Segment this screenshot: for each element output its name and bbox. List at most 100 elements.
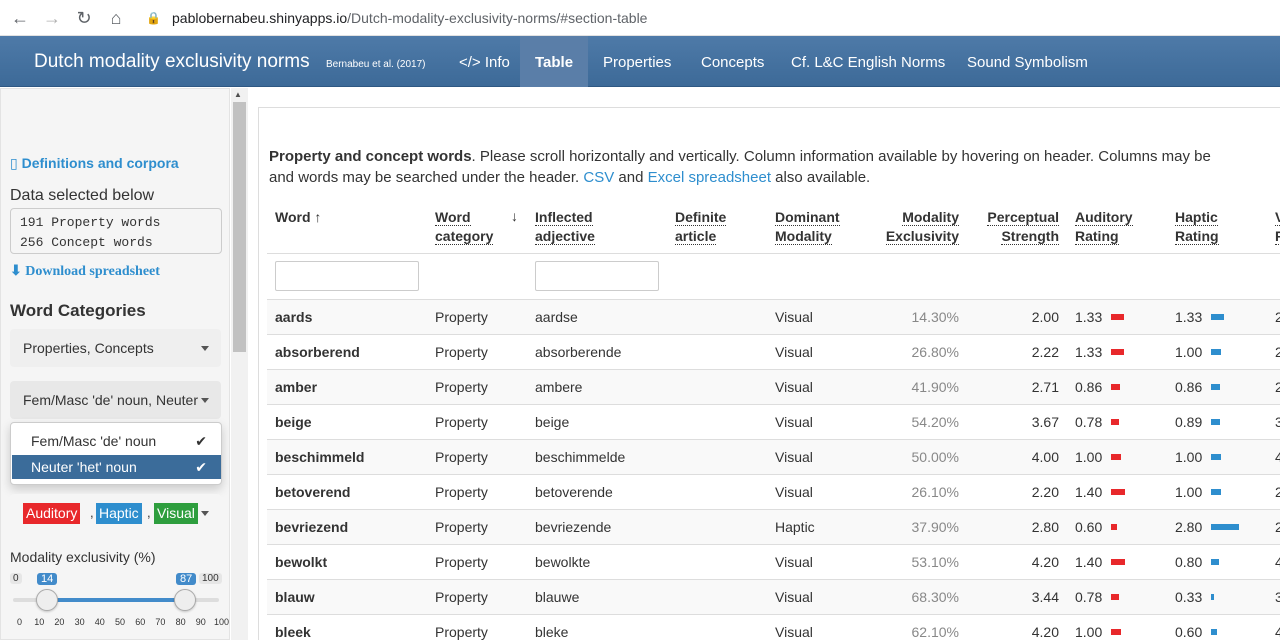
url-host: pablobernabeu.shinyapps.io [172, 10, 348, 26]
cell-category: Property [435, 484, 488, 500]
header-word[interactable]: Word ↑ [275, 208, 321, 227]
cell-dominant: Visual [775, 589, 813, 605]
cell-haptic: 1.33 [1175, 309, 1203, 325]
cell-visual: 2 [1275, 370, 1280, 404]
table-row[interactable]: bevriezend Property bevriezende Haptic 37.90… [267, 509, 1280, 544]
tab-english-norms[interactable]: Cf. L&C English Norms [776, 36, 960, 87]
haptic-bar [1211, 594, 1215, 600]
tab-concepts[interactable]: Concepts [686, 36, 779, 87]
haptic-bar [1211, 454, 1221, 460]
badge-separator: , [147, 505, 151, 520]
cell-inflected: blauwe [535, 589, 580, 605]
cell-exclusivity: 37.90% [911, 519, 959, 535]
table-row[interactable]: absorberend Property absorberende Visual 26.… [267, 334, 1280, 369]
header-modality-exclusivity[interactable]: Modality Exclusivity [885, 208, 959, 246]
auditory-bar [1111, 384, 1120, 390]
header-inflected-adjective[interactable]: Inflected adjective [535, 208, 595, 246]
word-filter-input[interactable] [275, 261, 419, 291]
definitions-link[interactable]: ▯ Definitions and corpora [10, 155, 179, 172]
header-definite-article[interactable]: Definite article [675, 208, 727, 246]
header-word-category[interactable]: Word category [435, 208, 494, 246]
cell-exclusivity: 26.80% [911, 344, 959, 360]
table-row[interactable]: beige Property beige Visual 54.20% 3.67 0.78 0.… [267, 404, 1280, 439]
slider-tick-label: 100 [214, 617, 230, 627]
slider-tick-labels: 0 10 20 30 40 50 60 70 80 90 100 [1, 617, 230, 629]
auditory-bar [1111, 454, 1121, 460]
tab-table[interactable]: Table [520, 36, 589, 87]
gender-option-de[interactable]: Fem/Masc 'de' noun ✔ [12, 429, 221, 453]
header-visual-rating[interactable]: VR [1275, 208, 1280, 246]
slider-tick-label: 30 [74, 617, 85, 627]
visual-badge: Visual [154, 503, 198, 524]
auditory-bar [1111, 489, 1125, 495]
table-row[interactable]: blauw Property blauwe Visual 68.30% 3.44 0.78 0… [267, 579, 1280, 614]
table-row[interactable]: bleek Property bleke Visual 62.10% 4.20 1.00 0.… [267, 614, 1280, 640]
cell-word: beschimmeld [275, 449, 365, 465]
cell-strength: 3.44 [1031, 589, 1059, 605]
header-haptic-rating[interactable]: Haptic Rating [1175, 208, 1219, 246]
cell-auditory: 1.33 [1075, 309, 1103, 325]
gender-option-het[interactable]: Neuter 'het' noun ✔ [12, 455, 221, 479]
cell-visual: 4 [1275, 440, 1280, 474]
csv-link[interactable]: CSV [583, 169, 614, 186]
table-row[interactable]: aards Property aardse Visual 14.30% 2.00 1.33 1… [267, 299, 1280, 334]
reload-icon[interactable]: ↻ [72, 6, 96, 30]
header-auditory-rating[interactable]: Auditory Rating [1075, 208, 1133, 246]
clipboard-icon: ▯ [10, 155, 22, 171]
header-dominant-modality[interactable]: Dominant Modality [775, 208, 840, 246]
cell-category: Property [435, 589, 488, 605]
home-icon[interactable]: ⌂ [104, 6, 128, 30]
table-row[interactable]: amber Property ambere Visual 41.90% 2.71 0.86 0… [267, 369, 1280, 404]
tab-sound-symbolism[interactable]: Sound Symbolism [952, 36, 1103, 87]
forward-icon[interactable]: → [40, 6, 64, 30]
cell-category: Property [435, 309, 488, 325]
tab-info[interactable]: </> Info [444, 36, 525, 87]
modality-exclusivity-label: Modality exclusivity (%) [10, 549, 156, 565]
cell-dominant: Visual [775, 344, 813, 360]
cell-strength: 4.20 [1031, 624, 1059, 640]
table-header: Word ↑ Word category ↓ Inflected adjective… [267, 200, 1280, 254]
gender-picker[interactable]: Fem/Masc 'de' noun, Neuter [10, 381, 221, 419]
auditory-bar [1111, 524, 1117, 530]
main-panel: Property and concept words. Please scrol… [258, 107, 1280, 640]
cell-dominant: Haptic [775, 519, 815, 535]
checkmark-icon: ✔ [195, 459, 207, 475]
haptic-bar [1211, 489, 1221, 495]
cell-haptic: 2.80 [1175, 519, 1203, 535]
slider-tick-label: 70 [155, 617, 166, 627]
cell-word: absorberend [275, 344, 360, 360]
auditory-badge: Auditory [23, 503, 81, 524]
table-row[interactable]: beschimmeld Property beschimmelde Visual 50.… [267, 439, 1280, 474]
auditory-bar [1111, 559, 1125, 565]
back-icon[interactable]: ← [8, 6, 32, 30]
cell-word: betoverend [275, 484, 351, 500]
cell-haptic: 0.60 [1175, 624, 1203, 640]
sidebar-panel: ▯ Definitions and corpora Data selected … [0, 88, 230, 640]
tab-properties[interactable]: Properties [588, 36, 686, 87]
slider-high-handle[interactable] [174, 589, 196, 611]
header-perceptual-strength[interactable]: Perceptual Strength [979, 208, 1059, 246]
inflected-filter-input[interactable] [535, 261, 659, 291]
sidebar-scroll-thumb[interactable] [233, 102, 246, 352]
download-spreadsheet-link[interactable]: ⬇ Download spreadsheet [10, 263, 160, 280]
sort-down-icon[interactable]: ↓ [511, 208, 518, 224]
table-row[interactable]: betoverend Property betoverende Visual 26.10… [267, 474, 1280, 509]
cell-haptic: 1.00 [1175, 344, 1203, 360]
cell-category: Property [435, 624, 488, 640]
cell-word: bleek [275, 624, 311, 640]
haptic-bar [1211, 629, 1217, 635]
address-bar[interactable]: 🔒 pablobernabeu.shinyapps.io/Dutch-modal… [140, 4, 1270, 32]
slider-low-handle[interactable] [36, 589, 58, 611]
excel-link[interactable]: Excel spreadsheet [648, 169, 771, 186]
category-picker-value: Properties, Concepts [23, 340, 154, 356]
slider-tick-label: 20 [54, 617, 65, 627]
cell-visual: 2 [1275, 510, 1280, 544]
auditory-bar [1111, 419, 1119, 425]
scroll-up-icon[interactable]: ▲ [234, 90, 242, 99]
table-row[interactable]: bewolkt Property bewolkte Visual 53.10% 4.20 1… [267, 544, 1280, 579]
cell-dominant: Visual [775, 379, 813, 395]
cell-dominant: Visual [775, 624, 813, 640]
category-picker[interactable]: Properties, Concepts [10, 329, 221, 367]
cell-exclusivity: 53.10% [911, 554, 959, 570]
cell-haptic: 1.00 [1175, 484, 1203, 500]
